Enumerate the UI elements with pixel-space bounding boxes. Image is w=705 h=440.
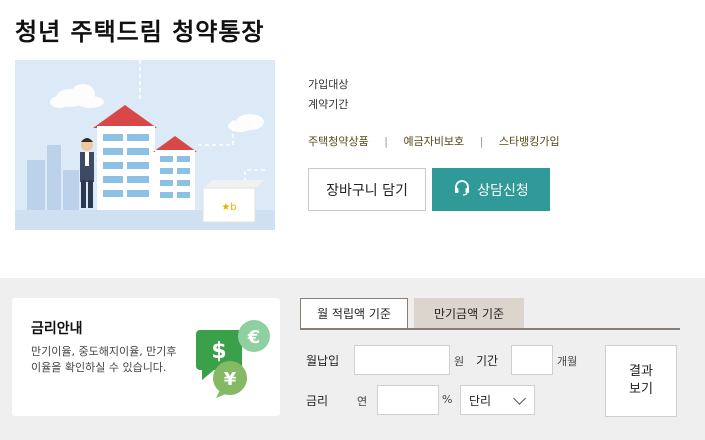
svg-text:¥: ¥ (224, 369, 237, 390)
divider: | (479, 135, 484, 148)
link-star-banking[interactable]: 스타뱅킹가입 (499, 135, 560, 148)
product-info-list: 가입대상 계약기간 (308, 76, 348, 116)
page-title: 청년 주택드림 청약통장 (15, 18, 265, 46)
interest-type-select[interactable]: 단리 (460, 385, 535, 415)
info-label-term: 계약기간 (308, 98, 349, 111)
monthly-payment-input[interactable] (354, 345, 450, 375)
svg-text:★b: ★b (221, 202, 236, 213)
add-to-cart-button[interactable]: 장바구니 담기 (308, 168, 426, 211)
won-unit: 원 (454, 355, 465, 368)
period-input[interactable] (511, 345, 553, 375)
rate-info-card: 금리안내 만기이율, 중도해지이율, 만기후 이율을 확인하실 수 있습니다. … (12, 298, 280, 416)
add-to-cart-label: 장바구니 담기 (326, 182, 408, 199)
svg-text:€: € (247, 327, 261, 348)
rate-info-description: 만기이율, 중도해지이율, 만기후 이율을 확인하실 수 있습니다. (31, 345, 177, 374)
month-unit: 개월 (557, 355, 578, 368)
link-deposit-protection[interactable]: 예금자비보호 (403, 135, 464, 148)
headset-icon (453, 179, 471, 201)
consult-request-button[interactable]: 상담신청 (432, 168, 550, 211)
result-button-line2: 보기 (629, 382, 653, 397)
tab-maturity-amount[interactable]: 만기금액 기준 (414, 298, 524, 328)
calculator-tabs: 월 적립액 기준 만기금액 기준 (300, 298, 680, 330)
product-links: 주택청약상품 | 예금자비보호 | 스타뱅킹가입 (308, 133, 560, 149)
consult-request-label: 상담신청 (477, 182, 529, 199)
monthly-payment-label: 월납입 (306, 354, 340, 368)
info-label-eligibility: 가입대상 (308, 78, 349, 91)
period-label: 기간 (476, 354, 499, 368)
result-button-line1: 결과 (629, 364, 653, 379)
rate-info-title: 금리안내 (31, 321, 83, 337)
percent-unit: % (442, 393, 453, 406)
rate-input[interactable] (377, 385, 439, 415)
currency-exchange-icon: $ € ¥ (196, 316, 274, 402)
divider: | (384, 135, 388, 148)
view-result-button[interactable]: 결과 보기 (605, 345, 677, 417)
chevron-down-icon (513, 392, 526, 405)
product-illustration: ★b (15, 60, 275, 230)
link-housing-subscription[interactable]: 주택청약상품 (308, 135, 369, 148)
tab-monthly-deposit[interactable]: 월 적립액 기준 (300, 298, 408, 328)
svg-text:$: $ (211, 339, 226, 364)
year-prefix: 연 (357, 395, 368, 408)
rate-label: 금리 (306, 394, 329, 408)
interest-type-value: 단리 (469, 393, 492, 408)
